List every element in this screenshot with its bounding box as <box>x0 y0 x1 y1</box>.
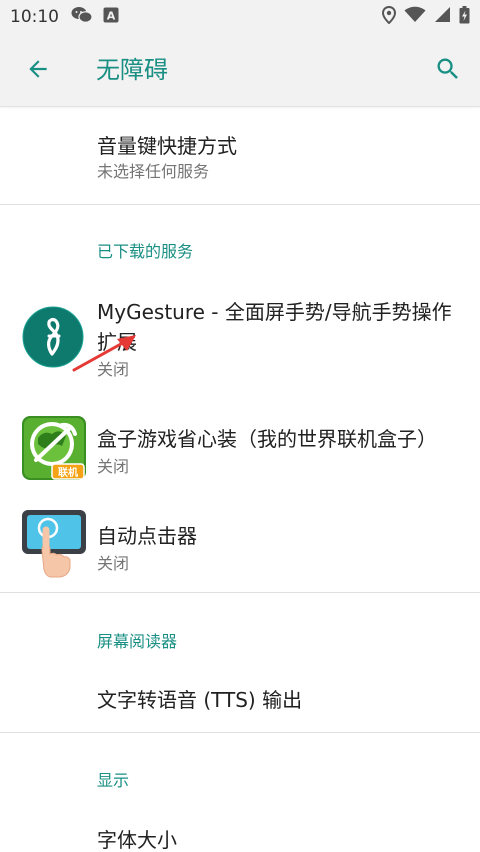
font-size-title: 字体大小 <box>97 828 177 852</box>
divider <box>0 204 480 205</box>
battery-icon <box>459 5 470 28</box>
service-item-auto-clicker[interactable]: 自动点击器 关闭 <box>0 500 480 588</box>
wechat-icon <box>71 6 93 28</box>
mygesture-title-line1: MyGesture - 全面屏手势/导航手势操作 <box>97 300 452 324</box>
search-button[interactable] <box>432 55 464 87</box>
tts-output-title: 文字转语音 (TTS) 输出 <box>97 688 303 712</box>
minecraft-box-app-icon: 联机 <box>22 416 86 484</box>
location-icon <box>381 5 397 28</box>
back-button[interactable] <box>22 55 54 87</box>
divider <box>0 592 480 593</box>
wifi-icon <box>404 6 426 27</box>
minecraft-box-icon-badge: 联机 <box>58 466 78 479</box>
auto-clicker-status: 关闭 <box>97 554 130 573</box>
volume-shortcut-item[interactable]: 音量键快捷方式 未选择任何服务 <box>0 108 480 204</box>
font-size-item[interactable]: 字体大小 <box>0 804 480 852</box>
auto-clicker-app-icon <box>22 510 88 582</box>
auto-clicker-title: 自动点击器 <box>97 524 197 548</box>
app-bar: 无障碍 <box>0 33 480 107</box>
section-header-display: 显示 <box>97 771 130 790</box>
tts-output-item[interactable]: 文字转语音 (TTS) 输出 <box>0 664 480 730</box>
service-item-minecraft-box[interactable]: 联机 盒子游戏省心装（我的世界联机盒子） 关闭 <box>0 410 480 490</box>
font-a-icon: A <box>103 7 119 27</box>
svg-text:A: A <box>107 9 116 22</box>
annotation-arrow <box>70 322 150 378</box>
divider <box>0 732 480 733</box>
section-header-screen-reader: 屏幕阅读器 <box>97 632 178 651</box>
minecraft-box-status: 关闭 <box>97 457 130 476</box>
arrow-back-icon <box>25 56 51 86</box>
volume-shortcut-subtitle: 未选择任何服务 <box>97 162 210 181</box>
volume-shortcut-title: 音量键快捷方式 <box>97 134 237 158</box>
section-header-downloaded: 已下载的服务 <box>97 242 194 261</box>
status-time: 10:10 <box>10 6 59 27</box>
page-title: 无障碍 <box>96 56 168 84</box>
search-icon <box>434 55 462 87</box>
status-bar: 10:10 A <box>0 0 480 33</box>
minecraft-box-title: 盒子游戏省心装（我的世界联机盒子） <box>97 427 437 451</box>
signal-icon <box>434 6 451 27</box>
